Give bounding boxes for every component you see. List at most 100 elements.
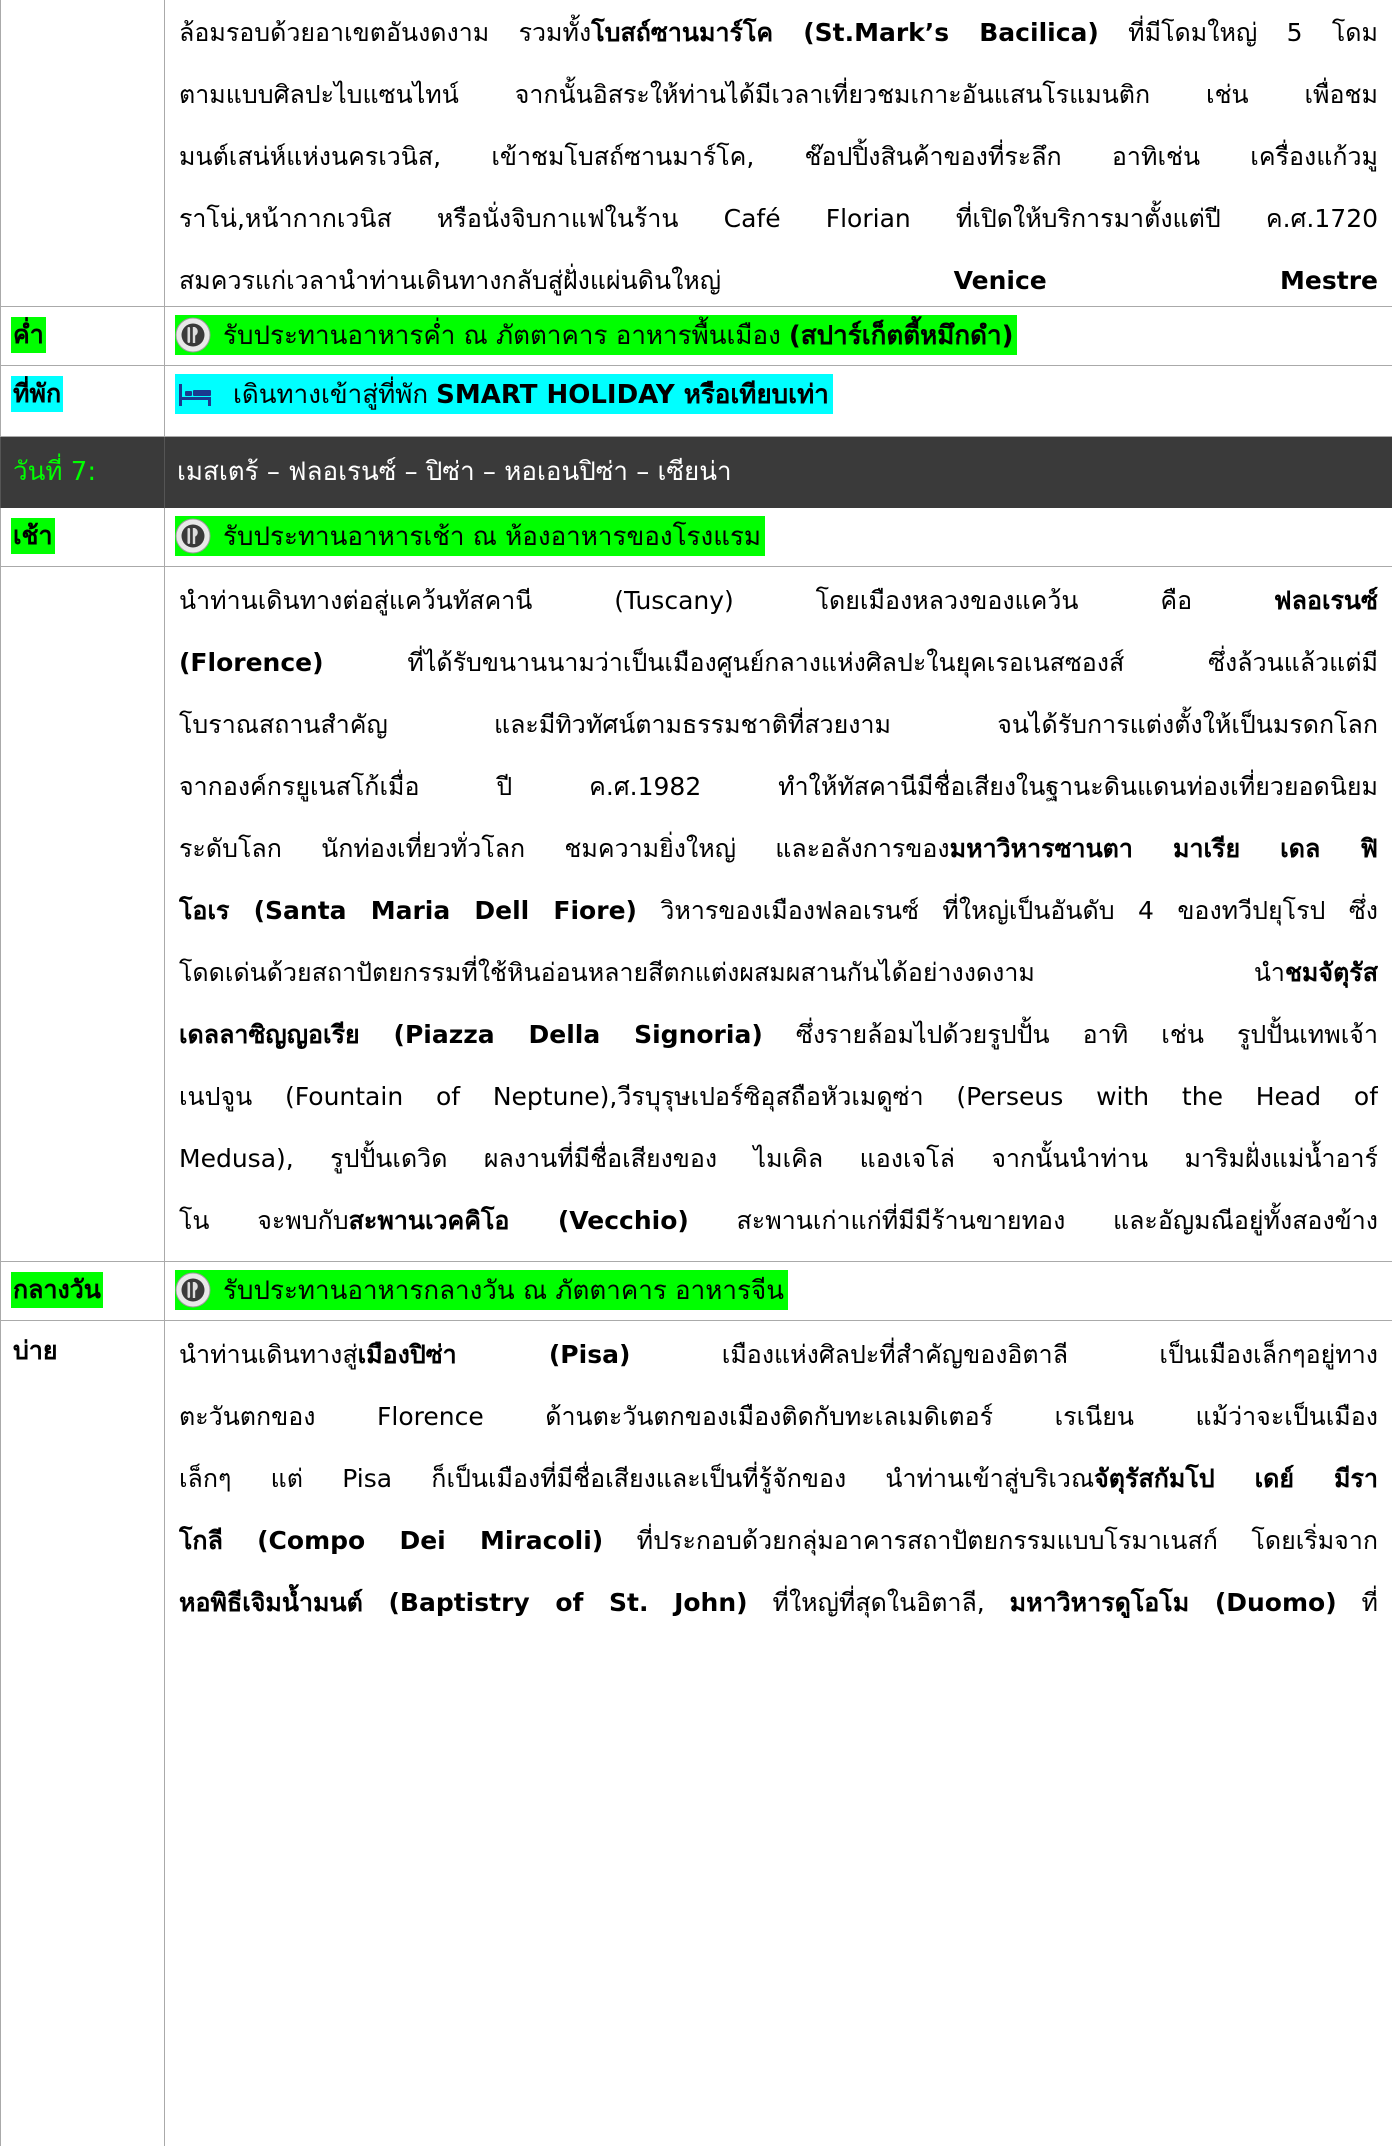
fork-knife-icon [175, 1272, 211, 1308]
paragraph-line: นำท่านเดินทางสู่เมืองปิซ่า (Pisa) เมืองแ… [179, 1324, 1378, 1386]
text-segment: ที่ [1336, 1588, 1379, 1617]
paragraph-line: ราโน่,หน้ากากเวนิส หรือนั่งจิบกาแฟในร้าน… [179, 188, 1378, 250]
bold-segment: Venice Mestre [953, 266, 1378, 295]
hotel-name: SMART HOLIDAY หรือเทียบเท่า [436, 379, 829, 410]
paragraph-line: สมควรแก่เวลานำท่านเดินทางกลับสู่ฝั่งแผ่น… [179, 250, 1378, 312]
breakfast-label-cell: เช้า [0, 508, 165, 567]
text-segment: สะพานเก่าแก่ที่มีมีร้านขายทอง และอัญมณีอ… [688, 1206, 1378, 1235]
bold-segment: (Florence) [179, 648, 324, 677]
text-segment: นำท่านเดินทางต่อสู่แคว้นทัสคานี (Tuscany… [179, 586, 1274, 615]
text-segment: Medusa), รูปปั้นเดวิด ผลงานที่มีชื่อเสีย… [179, 1144, 1378, 1173]
lunch-meal: รับประทานอาหารกลางวัน ณ ภัตตาคาร อาหารจี… [175, 1270, 788, 1310]
bold-segment: หอพิธีเจิมน้ำมนต์ (Baptistry of St. John… [179, 1588, 748, 1617]
paragraph-line: มนต์เสน่ห์แห่งนครเวนิส, เข้าชมโบสถ์ซานมา… [179, 126, 1378, 188]
text-segment: เล็กๆ แต่ Pisa ก็เป็นเมืองที่มีชื่อเสียง… [179, 1464, 1095, 1493]
paragraph-line: โน จะพบกับสะพานเวคคิโอ (Vecchio) สะพานเก… [179, 1190, 1378, 1252]
day7-route: เมสเตร้ – ฟลอเรนซ์ – ปิซ่า – หอเอนปิซ่า … [177, 457, 732, 487]
day7-label-cell: วันที่ 7: [0, 437, 165, 508]
hotel-label-cell: ที่พัก [0, 366, 165, 437]
paragraph-line: โบราณสถานสำคัญ และมีทิวทัศน์ตามธรรมชาติท… [179, 694, 1378, 756]
text-segment: ที่มีโดมใหญ่ 5 โดม [1098, 18, 1378, 47]
paragraph-line: ตะวันตกของ Florence ด้านตะวันตกของเมืองต… [179, 1386, 1378, 1448]
bold-segment: ชมจัตุรัส [1284, 958, 1378, 987]
paragraph-line: ตามแบบศิลปะไบแซนไทน์ จากนั้นอิสระให้ท่าน… [179, 64, 1378, 126]
hotel-info: เดินทางเข้าสู่ที่พัก SMART HOLIDAY หรือเ… [175, 374, 833, 414]
day7-label: วันที่ 7: [13, 457, 97, 487]
text-segment: ซึ่งรายล้อมไปด้วยรูปปั้น อาทิ เช่น รูปปั… [762, 1020, 1378, 1049]
text-segment: ที่ใหญ่ที่สุดในอิตาลี, [747, 1588, 1010, 1617]
text-segment: ราโน่,หน้ากากเวนิส หรือนั่งจิบกาแฟในร้าน… [179, 204, 1378, 233]
empty-label-cell [0, 567, 165, 1262]
bold-segment: ฟลอเรนซ์ [1273, 586, 1378, 615]
bed-icon [179, 384, 211, 406]
morning-content-cell: นำท่านเดินทางต่อสู่แคว้นทัสคานี (Tuscany… [165, 567, 1392, 1262]
text-segment: ระดับโลก นักท่องเที่ยวทั่วโลก ชมความยิ่ง… [179, 834, 950, 863]
dinner-meal: รับประทานอาหารค่ำ ณ ภัตตาคาร อาหารพื้นเม… [175, 315, 1018, 355]
hotel-content-cell: เดินทางเข้าสู่ที่พัก SMART HOLIDAY หรือเ… [165, 366, 1392, 437]
afternoon-label: บ่าย [13, 1336, 58, 1365]
day7-header-row: วันที่ 7: เมสเตร้ – ฟลอเรนซ์ – ปิซ่า – ห… [0, 437, 1392, 508]
paragraph-line: โดดเด่นด้วยสถาปัตยกรรมที่ใช้หินอ่อนหลายส… [179, 942, 1378, 1004]
day7-route-cell: เมสเตร้ – ฟลอเรนซ์ – ปิซ่า – หอเอนปิซ่า … [165, 437, 1392, 508]
paragraph-line: ระดับโลก นักท่องเที่ยวทั่วโลก ชมความยิ่ง… [179, 818, 1378, 880]
lunch-label-cell: กลางวัน [0, 1262, 165, 1321]
text-segment: ตามแบบศิลปะไบแซนไทน์ จากนั้นอิสระให้ท่าน… [179, 80, 1378, 109]
text-segment: วิหารของเมืองฟลอเรนซ์ ที่ใหญ่เป็นอันดับ … [636, 896, 1378, 925]
breakfast-content-cell: รับประทานอาหารเช้า ณ ห้องอาหารของโรงแรม [165, 508, 1392, 567]
paragraph-line: ล้อมรอบด้วยอาเขตอันงดงาม รวมทั้งโบสถ์ซาน… [179, 2, 1378, 64]
bold-segment: โอเร (Santa Maria Dell Fiore) [179, 896, 637, 925]
afternoon-content-cell: นำท่านเดินทางสู่เมืองปิซ่า (Pisa) เมืองแ… [165, 1321, 1392, 2146]
bold-segment: เดลลาซิญญอเรีย (Piazza Della Signoria) [179, 1020, 763, 1049]
bold-segment: มหาวิหารดูโอโม (Duomo) [1009, 1588, 1337, 1617]
afternoon-label-cell: บ่าย [0, 1321, 165, 2146]
paragraph-line: นำท่านเดินทางต่อสู่แคว้นทัสคานี (Tuscany… [179, 570, 1378, 632]
empty-label-cell [0, 0, 165, 307]
day7-morning-row: นำท่านเดินทางต่อสู่แคว้นทัสคานี (Tuscany… [0, 567, 1392, 1262]
content-cell: ล้อมรอบด้วยอาเขตอันงดงาม รวมทั้งโบสถ์ซาน… [165, 0, 1392, 307]
dinner-text: รับประทานอาหารค่ำ ณ ภัตตาคาร อาหารพื้นเม… [223, 320, 781, 351]
text-segment: เมืองแห่งศิลปะที่สำคัญของอิตาลี เป็นเมือ… [630, 1340, 1378, 1369]
paragraph-line: จากองค์กรยูเนสโก้เมื่อ ปี ค.ศ.1982 ทำให้… [179, 756, 1378, 818]
paragraph-line: โกลี (Compo Dei Miracoli) ที่ประกอบด้วยก… [179, 1510, 1378, 1572]
hotel-text: เดินทางเข้าสู่ที่พัก [233, 379, 429, 410]
lunch-text: รับประทานอาหารกลางวัน ณ ภัตตาคาร อาหารจี… [223, 1275, 784, 1306]
paragraph-line: เนปจูน (Fountain of Neptune),วีรบุรุษเปอ… [179, 1066, 1378, 1128]
paragraph-line: Medusa), รูปปั้นเดวิด ผลงานที่มีชื่อเสีย… [179, 1128, 1378, 1190]
text-segment: โน จะพบกับ [179, 1206, 349, 1235]
dinner-content-cell: รับประทานอาหารค่ำ ณ ภัตตาคาร อาหารพื้นเม… [165, 307, 1392, 366]
text-segment: ล้อมรอบด้วยอาเขตอันงดงาม รวมทั้ง [179, 18, 592, 47]
itinerary-table: ล้อมรอบด้วยอาเขตอันงดงาม รวมทั้งโบสถ์ซาน… [0, 0, 1392, 2146]
text-segment: มนต์เสน่ห์แห่งนครเวนิส, เข้าชมโบสถ์ซานมา… [179, 142, 1378, 171]
day6-continuation-paragraph: ล้อมรอบด้วยอาเขตอันงดงาม รวมทั้งโบสถ์ซาน… [179, 2, 1378, 312]
bold-segment: จัตุรัสกัมโป เดย์ มีรา [1094, 1464, 1378, 1493]
text-segment: ที่ประกอบด้วยกลุ่มอาคารสถาปัตยกรรมแบบโรม… [603, 1526, 1378, 1555]
dinner-row: ค่ำ รับประทานอาหารค่ำ ณ ภัตตาคาร อาหารพื… [0, 307, 1392, 366]
breakfast-meal: รับประทานอาหารเช้า ณ ห้องอาหารของโรงแรม [175, 516, 766, 556]
bold-segment: สะพานเวคคิโอ (Vecchio) [348, 1206, 689, 1235]
paragraph-line: เล็กๆ แต่ Pisa ก็เป็นเมืองที่มีชื่อเสียง… [179, 1448, 1378, 1510]
text-segment: ตะวันตกของ Florence ด้านตะวันตกของเมืองต… [179, 1402, 1378, 1431]
afternoon-row: บ่าย นำท่านเดินทางสู่เมืองปิซ่า (Pisa) เ… [0, 1321, 1392, 2146]
breakfast-label: เช้า [11, 518, 55, 554]
bold-segment: โบสถ์ซานมาร์โค (St.Mark’s Bacilica) [591, 18, 1099, 47]
paragraph-line: เดลลาซิญญอเรีย (Piazza Della Signoria) ซ… [179, 1004, 1378, 1066]
text-segment: ที่ได้รับขนานนามว่าเป็นเมืองศูนย์กลางแห่… [323, 648, 1378, 677]
text-segment: โดดเด่นด้วยสถาปัตยกรรมที่ใช้หินอ่อนหลายส… [179, 958, 1285, 987]
lunch-row: กลางวัน รับประทานอาหารกลางวัน ณ ภัตตาคาร… [0, 1262, 1392, 1321]
text-segment: สมควรแก่เวลานำท่านเดินทางกลับสู่ฝั่งแผ่น… [179, 266, 954, 295]
text-segment: โบราณสถานสำคัญ และมีทิวทัศน์ตามธรรมชาติท… [179, 710, 1378, 739]
bold-segment: เมืองปิซ่า (Pisa) [357, 1340, 631, 1369]
dinner-label-cell: ค่ำ [0, 307, 165, 366]
day7-morning-paragraph: นำท่านเดินทางต่อสู่แคว้นทัสคานี (Tuscany… [179, 570, 1378, 1252]
day6-continuation-row: ล้อมรอบด้วยอาเขตอันงดงาม รวมทั้งโบสถ์ซาน… [0, 0, 1392, 307]
dinner-label: ค่ำ [11, 317, 46, 353]
text-segment: นำท่านเดินทางสู่ [179, 1340, 358, 1369]
breakfast-row: เช้า รับประทานอาหารเช้า ณ ห้องอาหารของโร… [0, 508, 1392, 567]
paragraph-line: หอพิธีเจิมน้ำมนต์ (Baptistry of St. John… [179, 1572, 1378, 1634]
day7-afternoon-paragraph: นำท่านเดินทางสู่เมืองปิซ่า (Pisa) เมืองแ… [179, 1324, 1378, 1634]
hotel-row: ที่พัก เดินทางเข้าสู่ที่พัก SMART HOLIDA… [0, 366, 1392, 437]
breakfast-text: รับประทานอาหารเช้า ณ ห้องอาหารของโรงแรม [223, 521, 762, 552]
paragraph-line: โอเร (Santa Maria Dell Fiore) วิหารของเม… [179, 880, 1378, 942]
fork-knife-icon [175, 518, 211, 554]
lunch-content-cell: รับประทานอาหารกลางวัน ณ ภัตตาคาร อาหารจี… [165, 1262, 1392, 1321]
